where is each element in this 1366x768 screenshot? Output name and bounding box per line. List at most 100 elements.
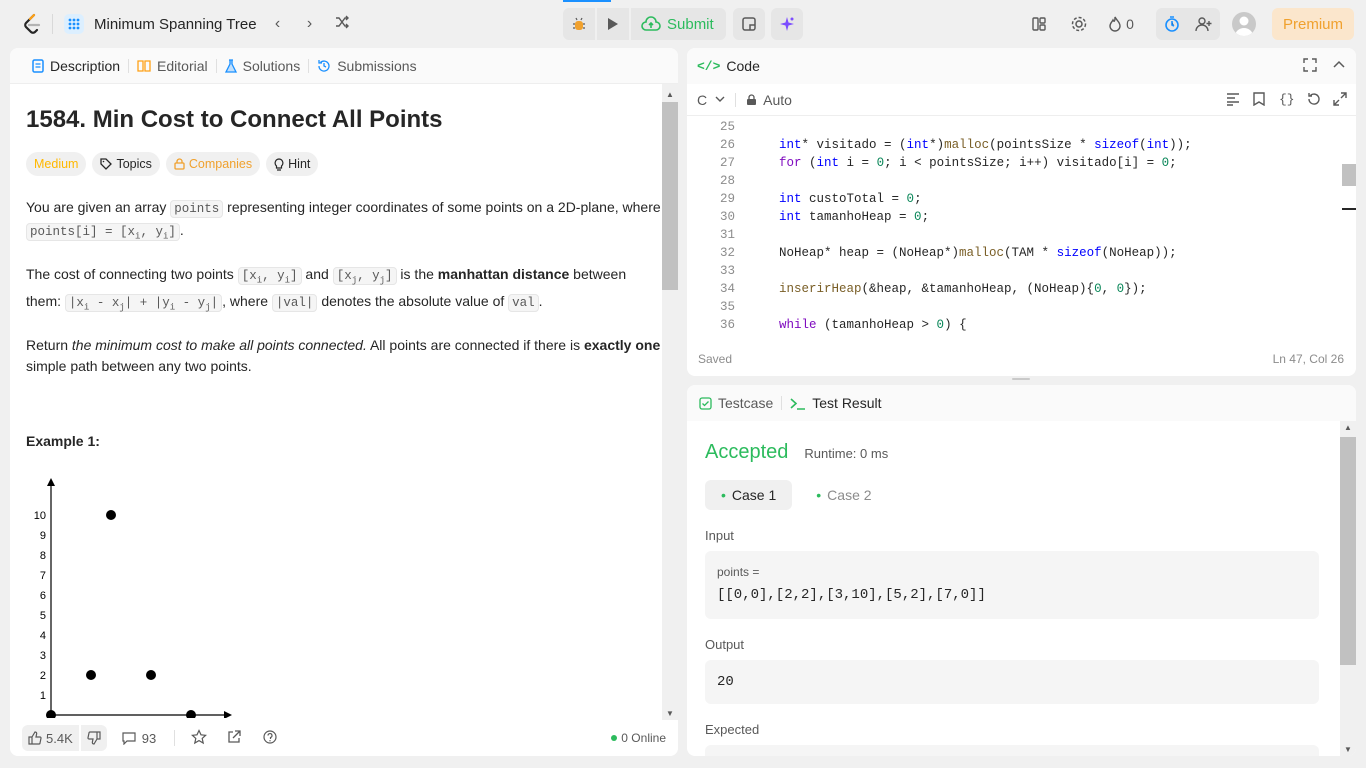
online-dot: [611, 735, 618, 741]
output-value[interactable]: 20: [705, 660, 1319, 704]
data-point: [46, 710, 56, 718]
bookmark-icon[interactable]: [1253, 92, 1265, 109]
ai-assist-button[interactable]: [771, 8, 803, 40]
tab-label: Submissions: [337, 57, 417, 74]
dislike-button[interactable]: [80, 725, 107, 751]
description-scrollbar[interactable]: ▲ ▼: [662, 84, 678, 720]
description-content: 1584. Min Cost to Connect All Points Med…: [26, 84, 662, 718]
chevron-right-icon[interactable]: ›: [299, 15, 321, 33]
book-icon: [137, 59, 151, 72]
paragraph-3: Return the minimum cost to make all poin…: [26, 336, 661, 374]
user-avatar[interactable]: [1232, 12, 1256, 36]
hint-chip[interactable]: Hint: [266, 152, 319, 176]
tab-test-result[interactable]: Test Result: [790, 395, 882, 411]
scrollbar-thumb[interactable]: [662, 102, 678, 290]
toolbar-divider: [735, 92, 737, 107]
maximize-icon[interactable]: [1303, 58, 1317, 75]
terminal-icon: [790, 397, 806, 410]
auto-mode[interactable]: Auto: [746, 92, 792, 108]
notes-button[interactable]: [733, 8, 765, 40]
debug-button[interactable]: [563, 8, 595, 40]
chevron-down-icon: [715, 96, 725, 102]
variable-label: points =: [717, 565, 760, 579]
y-tick-label: 5: [40, 610, 46, 622]
expected-field[interactable]: [705, 745, 1319, 756]
premium-button[interactable]: Premium: [1272, 8, 1354, 40]
problem-list-title[interactable]: Minimum Spanning Tree: [94, 16, 257, 33]
scroll-up-icon[interactable]: ▲: [666, 90, 674, 99]
share-icon[interactable]: [227, 729, 241, 747]
help-icon[interactable]: [263, 729, 277, 747]
problem-title[interactable]: 1584. Min Cost to Connect All Points: [26, 104, 662, 136]
input-field[interactable]: points = [[0,0],[2,2],[3,10],[5,2],[7,0]…: [705, 551, 1319, 619]
add-person-icon[interactable]: [1188, 8, 1220, 40]
code-line: NoHeap* heap = (NoHeap*)malloc(TAM * siz…: [779, 246, 1177, 260]
y-tick-label: 3: [40, 650, 46, 662]
line-number: 27: [719, 156, 735, 170]
problem-list-icon[interactable]: [64, 14, 84, 34]
result-scrollbar[interactable]: ▲ ▼: [1340, 421, 1356, 756]
chip-label: Companies: [188, 157, 253, 171]
collapse-chevron-icon[interactable]: [1333, 58, 1345, 75]
code-editor[interactable]: 25 26 27 28 29 30 31 32 33 34 35 36 int*…: [687, 120, 1356, 376]
data-point: [146, 670, 156, 680]
tab-testcase[interactable]: Testcase: [699, 395, 773, 411]
layout-icon[interactable]: [1023, 8, 1055, 40]
inline-code: |xi - xj| + |yi - yj|: [64, 294, 223, 313]
inline-code: [xi, yi]: [237, 266, 302, 285]
line-number: 36: [719, 318, 735, 332]
scroll-down-icon[interactable]: ▼: [1344, 745, 1352, 754]
resize-handle[interactable]: [1012, 378, 1030, 380]
timer-icon[interactable]: [1156, 8, 1188, 40]
companies-chip[interactable]: Companies: [165, 152, 261, 176]
y-tick-label: 6: [40, 590, 46, 602]
tab-submissions[interactable]: Submissions: [309, 58, 424, 74]
case-2-button[interactable]: • Case 2: [800, 480, 887, 510]
history-icon: [318, 59, 330, 72]
case-1-button[interactable]: • Case 1: [705, 480, 793, 510]
shuffle-icon[interactable]: [331, 14, 353, 35]
line-number: 34: [719, 282, 735, 296]
lock-icon: [174, 158, 185, 170]
language-select[interactable]: C: [697, 92, 725, 108]
scrollbar-thumb[interactable]: [1340, 437, 1356, 665]
format-icon[interactable]: [1225, 92, 1241, 109]
settings-gear-icon[interactable]: [1063, 8, 1095, 40]
code-title: Code: [726, 58, 760, 74]
star-icon[interactable]: [191, 728, 208, 748]
streak-counter[interactable]: 0: [1101, 8, 1141, 40]
code-line: while (tamanhoHeap > 0) {: [779, 318, 967, 332]
editor-scrollbar-thumb[interactable]: [1342, 164, 1356, 186]
right-toolbar: 0: [1023, 8, 1141, 40]
thumbs-down-icon: [87, 731, 101, 745]
reset-icon[interactable]: [1307, 92, 1321, 109]
y-tick-label: 4: [40, 630, 46, 642]
comments-button[interactable]: 93: [121, 731, 156, 746]
line-number: 30: [719, 210, 735, 224]
scroll-up-icon[interactable]: ▲: [1344, 423, 1352, 432]
tab-label: Description: [50, 57, 121, 74]
code-brackets-icon: </>: [697, 58, 721, 74]
scroll-down-icon[interactable]: ▼: [666, 709, 674, 718]
streak-count: 0: [1126, 16, 1134, 32]
checkbox-icon: [699, 396, 712, 410]
like-button[interactable]: 5.4K: [22, 725, 79, 751]
line-number: 31: [719, 228, 735, 242]
submit-button[interactable]: Submit: [631, 8, 726, 40]
description-footer: 5.4K 93 0 Online: [10, 720, 678, 756]
run-button[interactable]: [597, 8, 629, 40]
code-line: inserirHeap(&heap, &tamanhoHeap, (NoHeap…: [779, 282, 1147, 296]
tab-description[interactable]: Description: [24, 58, 128, 74]
line-number: 25: [719, 120, 735, 134]
tab-editorial[interactable]: Editorial: [129, 58, 216, 74]
topics-chip[interactable]: Topics: [92, 152, 160, 176]
chevron-left-icon[interactable]: ‹: [267, 15, 289, 33]
leetcode-logo-icon[interactable]: [20, 12, 44, 36]
result-tabs: Testcase Test Result: [687, 385, 1356, 421]
y-tick-label: 2: [40, 670, 46, 682]
braces-icon[interactable]: {}: [1279, 92, 1295, 107]
tab-solutions[interactable]: Solutions: [217, 58, 309, 74]
expand-icon[interactable]: [1333, 92, 1347, 109]
code-line: int tamanhoHeap = 0;: [779, 210, 930, 224]
y-tick-label: 8: [40, 550, 46, 562]
